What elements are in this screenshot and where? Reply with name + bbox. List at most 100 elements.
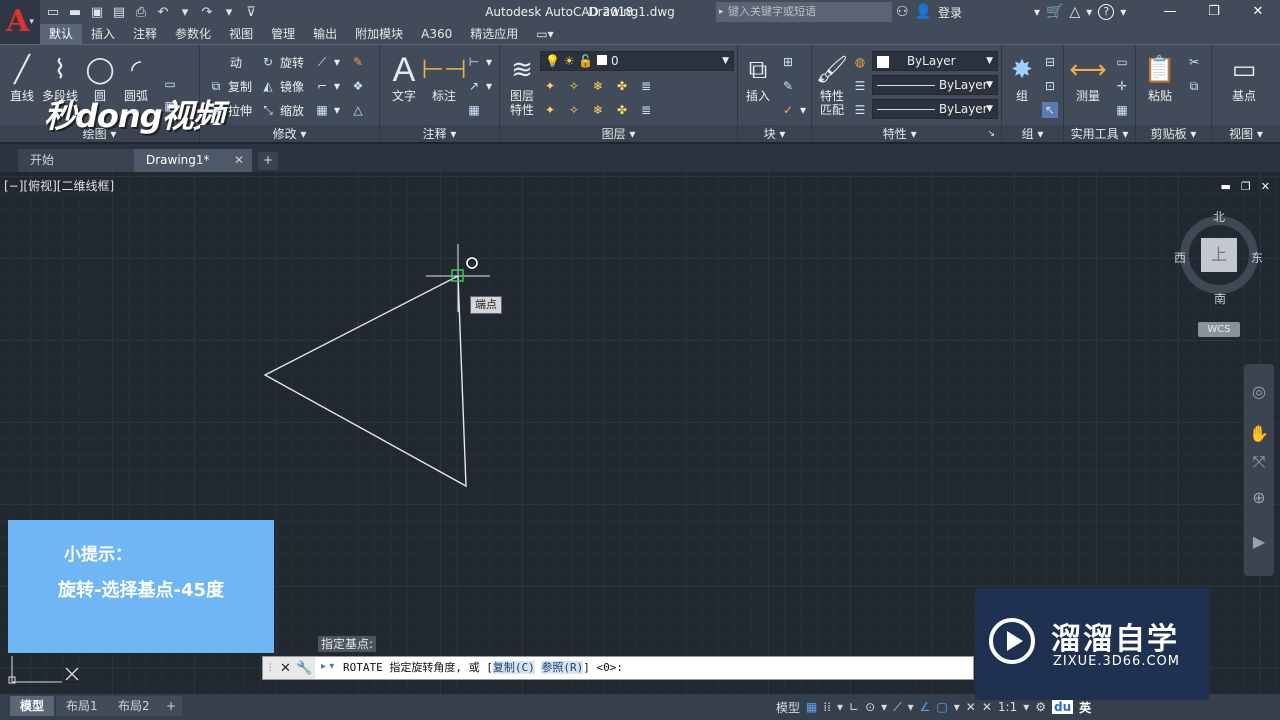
match-properties-tool[interactable]: 🖌 特性 匹配 bbox=[814, 51, 850, 117]
calculator-tool[interactable]: ▦ bbox=[1114, 99, 1130, 121]
option-copy[interactable]: 复制(C) bbox=[492, 661, 535, 674]
command-close-icon[interactable]: ✕ bbox=[280, 661, 291, 676]
paste-tool[interactable]: 📋 粘贴 bbox=[1142, 51, 1178, 103]
layer-unlock-icon[interactable]: ✤ bbox=[614, 102, 630, 118]
measure-tool[interactable]: ⟷ 测量 bbox=[1069, 51, 1106, 103]
tab-home[interactable]: 默认 bbox=[40, 24, 83, 44]
annotation-scale[interactable]: 1:1 bbox=[998, 700, 1017, 714]
dropdown-icon[interactable]: ▾ bbox=[881, 700, 887, 714]
command-line[interactable]: ⋮ ✕ 🔧 ▸ ▾ ROTATE 指定旋转角度, 或 [复制(C) 参照(R)]… bbox=[262, 656, 974, 680]
minimize-icon[interactable]: — bbox=[1148, 0, 1192, 24]
offset-tool[interactable]: △ bbox=[350, 99, 366, 121]
dropdown-icon[interactable]: ▾ bbox=[908, 700, 914, 714]
layer-dropdown[interactable]: 💡 ☀ 🔓 0 ▼ bbox=[540, 51, 734, 71]
compass-west[interactable]: 西 bbox=[1174, 249, 1186, 266]
edit-block-tool[interactable]: ✎ bbox=[780, 75, 796, 97]
search-expand-icon[interactable]: ▸ bbox=[719, 2, 724, 22]
insert-tool[interactable]: ⧉ 插入 bbox=[740, 51, 776, 104]
leader-tool[interactable]: ↗ ▾ bbox=[466, 75, 492, 97]
dimension-tool[interactable]: ⊢⊣ 标注 bbox=[421, 51, 466, 103]
color-wheel[interactable]: ◍ bbox=[852, 51, 868, 73]
copy-tool[interactable]: ⧉ 复制 bbox=[208, 75, 252, 97]
command-customize-icon[interactable]: 🔧 bbox=[296, 661, 312, 676]
table-tool[interactable]: ▦ bbox=[466, 99, 482, 121]
layer-properties-tool[interactable]: ≋ 图层 特性 bbox=[504, 51, 540, 117]
color-dropdown[interactable]: ByLayer ▼ bbox=[872, 51, 998, 71]
mirror-tool[interactable]: ◭ 镜像 bbox=[260, 75, 304, 97]
annotation-visibility-icon[interactable]: ✕ bbox=[966, 700, 976, 714]
login-button[interactable]: 登录 bbox=[938, 4, 962, 21]
tab-start[interactable]: 开始 bbox=[18, 149, 134, 172]
grid-icon[interactable]: ▦ bbox=[806, 700, 817, 714]
auto-scale-icon[interactable]: ✕ bbox=[982, 700, 992, 714]
layer-on-icon[interactable]: ✦ bbox=[542, 102, 558, 118]
create-block-tool[interactable]: ⊞ bbox=[780, 51, 796, 73]
command-grip-icon[interactable]: ⋮ bbox=[266, 663, 275, 673]
workspace-gear-icon[interactable]: ⚙ bbox=[1035, 700, 1046, 714]
move-tool[interactable]: 动 bbox=[230, 51, 242, 73]
tab-drawing1[interactable]: Drawing1* ✕ bbox=[134, 149, 252, 172]
tab-featured-apps[interactable]: 精选应用 bbox=[461, 24, 527, 44]
group-select-tool[interactable]: ↖ bbox=[1042, 99, 1058, 121]
dropdown-icon[interactable]: ▾ bbox=[837, 700, 843, 714]
attribute-tool[interactable]: ✓ ▾ bbox=[780, 99, 806, 121]
add-layout-button[interactable]: + bbox=[160, 696, 183, 716]
pan-hand-icon[interactable]: ✋ bbox=[1249, 424, 1269, 444]
close-tab-icon[interactable]: ✕ bbox=[234, 149, 244, 172]
dropdown-icon[interactable]: ▾ bbox=[1023, 700, 1029, 714]
viewcube-top-face[interactable]: 上 bbox=[1201, 238, 1237, 272]
tab-parametric[interactable]: 参数化 bbox=[166, 24, 220, 44]
tab-output[interactable]: 输出 bbox=[304, 24, 346, 44]
close-icon[interactable]: ✕ bbox=[1236, 0, 1280, 24]
stretch-tool[interactable]: ⇲ 拉伸 bbox=[208, 99, 252, 121]
tab-insert[interactable]: 插入 bbox=[82, 24, 124, 44]
command-input[interactable]: ROTATE 指定旋转角度, 或 [复制(C) 参照(R)] <0>: bbox=[343, 657, 623, 679]
login-dropdown-icon[interactable]: ▾ bbox=[1034, 5, 1040, 19]
a360-dropdown-icon[interactable]: ▾ bbox=[1086, 5, 1092, 19]
compass-north[interactable]: 北 bbox=[1213, 208, 1225, 225]
command-recent-icon[interactable]: ▸ ▾ bbox=[321, 657, 334, 677]
tab-manage[interactable]: 管理 bbox=[262, 24, 304, 44]
tab-annotate[interactable]: 注释 bbox=[124, 24, 166, 44]
polar-tracking-icon[interactable]: ⊙ bbox=[865, 700, 875, 714]
base-view-tool[interactable]: ▭ 基点 bbox=[1222, 51, 1266, 103]
tab-extra-icon[interactable]: ▭▾ bbox=[527, 24, 562, 44]
dropdown-icon[interactable]: ▾ bbox=[954, 700, 960, 714]
text-tool[interactable]: A 文字 bbox=[386, 51, 422, 104]
copy-clip-tool[interactable]: ⧉ bbox=[1186, 75, 1202, 97]
application-menu-button[interactable]: A ▾ bbox=[0, 0, 40, 44]
snap-mode-icon[interactable]: ⁞⁞ bbox=[823, 700, 831, 714]
triangle-shape[interactable] bbox=[263, 275, 467, 488]
tab-a360[interactable]: A360 bbox=[412, 24, 461, 44]
panel-annotation-title[interactable]: 注释 ▾ bbox=[380, 125, 499, 143]
group-tool[interactable]: ✸ 组 bbox=[1004, 51, 1040, 103]
layer-off-icon[interactable]: ✦ bbox=[542, 78, 558, 94]
lineweight-dropdown[interactable]: ByLayer ▼ bbox=[872, 99, 998, 119]
layer-thaw-icon[interactable]: ❄ bbox=[590, 102, 606, 118]
cut-tool[interactable]: ✂ bbox=[1186, 51, 1202, 73]
erase-tool[interactable]: ✎ bbox=[350, 51, 366, 73]
option-reference[interactable]: 参照(R) bbox=[541, 661, 584, 674]
scale-tool[interactable]: ⤡ 缩放 bbox=[260, 99, 304, 121]
layer-walk-icon[interactable]: ≣ bbox=[638, 102, 654, 118]
panel-layers-title[interactable]: 图层 ▾ bbox=[500, 125, 737, 143]
lineweight-icon-btn[interactable]: ☰ bbox=[852, 99, 868, 121]
layer-match-icon[interactable]: ≣ bbox=[638, 78, 654, 94]
wcs-menu[interactable]: WCS bbox=[1198, 322, 1240, 337]
layer-freeze-icon[interactable]: ❄ bbox=[590, 78, 606, 94]
layer-isolate-icon[interactable]: ✧ bbox=[566, 78, 582, 94]
rotate-tool[interactable]: ↻ 旋转 bbox=[260, 51, 304, 73]
ime-du-icon[interactable]: du bbox=[1052, 700, 1074, 714]
panel-modify-title[interactable]: 修改 ▾ bbox=[200, 125, 379, 143]
search-input[interactable]: ▸ 键入关键字或短语 bbox=[716, 2, 892, 22]
tab-view[interactable]: 视图 bbox=[220, 24, 262, 44]
help-dropdown-icon[interactable]: ▾ bbox=[1120, 5, 1126, 19]
group-edit-tool[interactable]: ⊡ bbox=[1042, 75, 1058, 97]
panel-groups-title[interactable]: 组 ▾ bbox=[1002, 125, 1063, 143]
viewcube[interactable]: 上 北 南 东 西 bbox=[1174, 210, 1263, 306]
linetype-icon-btn[interactable]: ☰ bbox=[852, 75, 868, 97]
layer-lock-icon[interactable]: ✤ bbox=[614, 78, 630, 94]
tab-layout2[interactable]: 布局2 bbox=[108, 696, 160, 716]
showmotion-icon[interactable]: ▶ bbox=[1249, 532, 1269, 552]
tab-addins[interactable]: 附加模块 bbox=[346, 24, 412, 44]
